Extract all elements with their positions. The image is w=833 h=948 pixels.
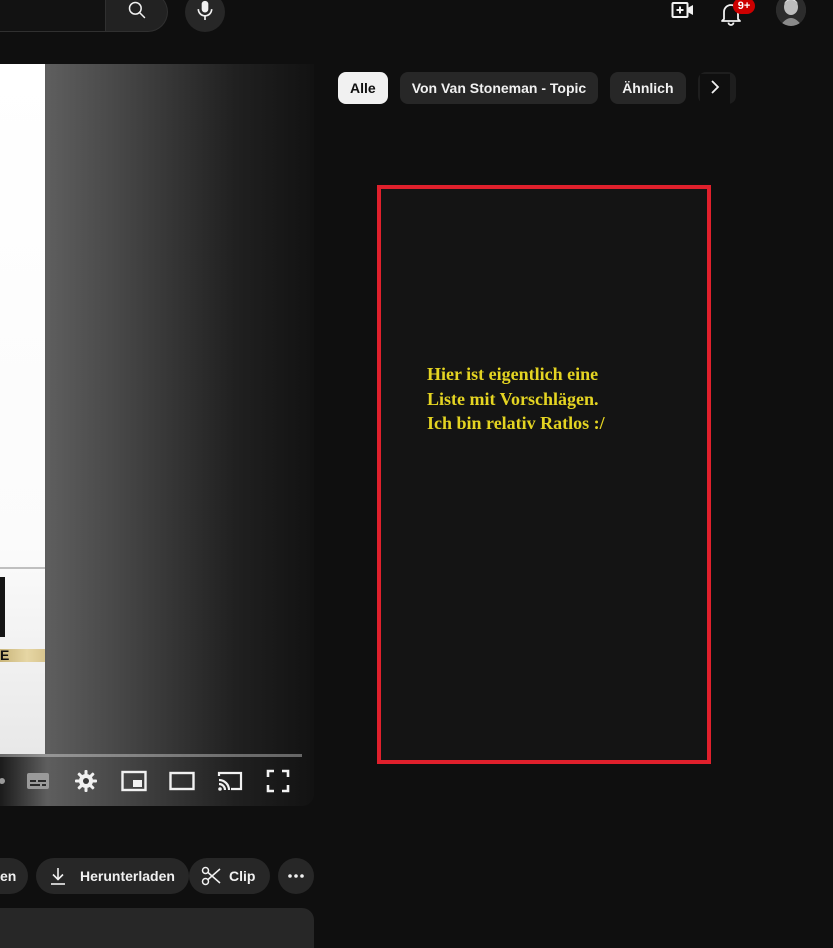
settings-button[interactable] (68, 765, 104, 801)
chip-related[interactable]: Ähnlich (610, 72, 686, 104)
annotation-note: Hier ist eigentlich eine Liste mit Vorsc… (427, 362, 687, 436)
clip-label: Clip (229, 868, 256, 884)
scissors-icon (201, 866, 221, 886)
search-input[interactable] (0, 0, 106, 32)
fullscreen-button[interactable] (260, 765, 296, 801)
theater-mode-icon (169, 771, 195, 796)
create-button[interactable] (670, 0, 696, 24)
partial-action-button[interactable]: en (0, 858, 28, 894)
subtitles-icon (26, 771, 50, 796)
video-plus-icon (671, 0, 695, 25)
notification-badge: 9+ (733, 0, 755, 14)
chip-from-artist[interactable]: Von Van Stoneman - Topic (399, 72, 599, 104)
thumbnail-strip-letter: E (0, 647, 10, 663)
more-horizontal-icon (287, 873, 305, 879)
more-actions-button[interactable] (278, 858, 314, 894)
partial-action-label: en (0, 868, 17, 884)
thumbnail-line (0, 567, 45, 569)
video-player[interactable]: E (0, 64, 314, 806)
volume-icon (0, 769, 14, 798)
filter-chips: Alle Von Van Stoneman - Topic Ähnlich E (338, 72, 736, 104)
download-icon (50, 867, 66, 885)
video-frame: E (0, 64, 45, 754)
bell-icon (718, 4, 744, 30)
search-button[interactable] (106, 0, 168, 32)
chips-next-button[interactable] (700, 74, 730, 104)
annotation-line-2: Liste mit Vorschlägen. (427, 388, 599, 409)
cast-button[interactable] (212, 765, 248, 801)
voice-search-button[interactable] (185, 0, 225, 32)
theater-mode-button[interactable] (164, 765, 200, 801)
annotation-line-3: Ich bin relativ Ratlos :/ (427, 413, 605, 433)
microphone-icon (195, 0, 215, 26)
download-button[interactable]: Herunterladen (36, 858, 189, 894)
suggestions-placeholder-box (377, 185, 711, 764)
fullscreen-icon (266, 769, 290, 798)
progress-bar[interactable] (0, 754, 302, 757)
volume-button[interactable] (0, 765, 20, 801)
gear-icon (74, 769, 98, 798)
search-icon (127, 0, 147, 25)
miniplayer-icon (121, 770, 147, 797)
thumbnail-figure (0, 577, 5, 637)
avatar[interactable] (776, 0, 806, 26)
chevron-right-icon (709, 79, 721, 100)
miniplayer-button[interactable] (116, 765, 152, 801)
download-label: Herunterladen (80, 868, 175, 884)
subtitles-button[interactable] (20, 765, 56, 801)
chip-all[interactable]: Alle (338, 72, 388, 104)
annotation-line-1: Hier ist eigentlich eine (427, 364, 599, 384)
description-box[interactable] (0, 908, 314, 948)
clip-button[interactable]: Clip (189, 858, 271, 894)
cast-icon (217, 770, 243, 797)
